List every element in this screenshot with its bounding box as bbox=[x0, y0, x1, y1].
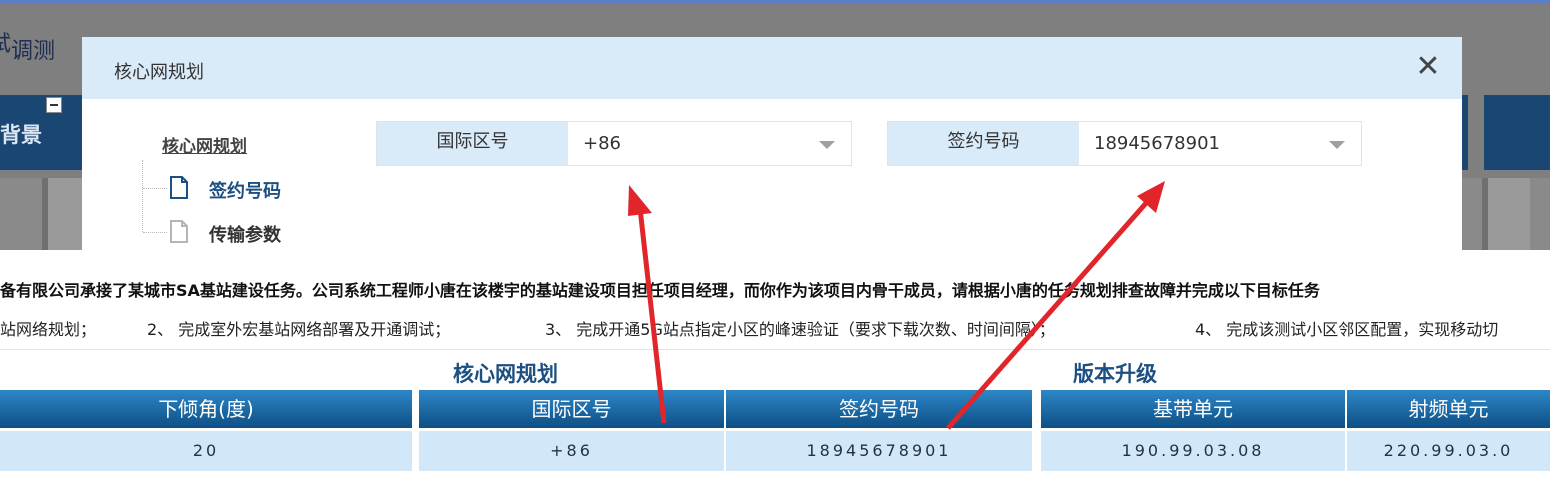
tree-item-subscription-number[interactable]: 签约号码 bbox=[209, 177, 281, 203]
task-item-3: 3、 完成开通5G站点指定小区的峰速验证（要求下载次数、时间间隔）； bbox=[545, 320, 1055, 339]
background-banner-right bbox=[1484, 95, 1550, 170]
column-header-downtilt: 下倾角(度) bbox=[0, 390, 412, 428]
background-title-text: 调测 bbox=[11, 39, 56, 64]
subscription-number-field[interactable]: 签约号码 18945678901 bbox=[887, 121, 1362, 166]
task-item-1: 站网络规划； bbox=[0, 320, 97, 339]
table-cell-intl-area-code: +86 bbox=[419, 431, 724, 471]
background-page-title: 试调测 bbox=[0, 26, 55, 65]
intl-area-code-field[interactable]: 国际区号 +86 bbox=[376, 121, 852, 166]
column-header-radio-unit: 射频单元 bbox=[1347, 390, 1550, 428]
intl-area-code-label: 国际区号 bbox=[377, 122, 568, 165]
top-accent-line bbox=[0, 0, 1550, 3]
section-title-version-upgrade: 版本升级 bbox=[1073, 362, 1157, 386]
background-banner: 验背景 bbox=[0, 95, 82, 170]
divider bbox=[0, 349, 1550, 350]
chevron-down-icon[interactable] bbox=[1329, 141, 1345, 149]
table-cell-baseband-unit: 190.99.03.08 bbox=[1041, 431, 1345, 471]
background-banner-text: 验背景 bbox=[0, 123, 42, 147]
section-title-core-network: 核心网规划 bbox=[453, 362, 558, 386]
task-page: 备有限公司承接了某城市SA基站建设任务。公司系统工程师小唐在该楼宇的基站建设项目… bbox=[0, 250, 1550, 483]
tree-collapse-toggle[interactable] bbox=[46, 97, 62, 113]
column-header-baseband-unit: 基带单元 bbox=[1041, 390, 1345, 428]
tree-connector-line bbox=[142, 160, 143, 232]
tree-item-transmission-params[interactable]: 传输参数 bbox=[209, 221, 281, 247]
dialog-header: 核心网规划 ✕ bbox=[82, 37, 1462, 99]
background-title-partial: 试 bbox=[0, 26, 11, 58]
tree-connector-branch bbox=[143, 232, 167, 233]
chevron-down-icon[interactable] bbox=[819, 141, 835, 149]
subscription-number-value: 18945678901 bbox=[1094, 133, 1220, 154]
tree-connector-branch bbox=[143, 188, 167, 189]
table-cell-radio-unit: 220.99.03.0 bbox=[1347, 431, 1550, 471]
intl-area-code-value: +86 bbox=[583, 133, 621, 154]
tree-root-core-network-planning[interactable]: 核心网规划 bbox=[162, 132, 247, 157]
file-icon bbox=[170, 220, 188, 243]
file-icon bbox=[170, 176, 188, 199]
table-cell-downtilt: 20 bbox=[0, 431, 412, 471]
subscription-number-label: 签约号码 bbox=[888, 122, 1079, 165]
column-header-subscription-number: 签约号码 bbox=[726, 390, 1032, 428]
background-banner-right-edge bbox=[1462, 95, 1468, 170]
close-button[interactable]: ✕ bbox=[1412, 51, 1444, 83]
task-description: 备有限公司承接了某城市SA基站建设任务。公司系统工程师小唐在该楼宇的基站建设项目… bbox=[0, 281, 1320, 300]
task-item-4: 4、 完成该测试小区邻区配置，实现移动切 bbox=[1195, 320, 1499, 339]
table-cell-subscription-number: 18945678901 bbox=[726, 431, 1032, 471]
dialog-title: 核心网规划 bbox=[114, 62, 204, 83]
column-header-intl-area-code: 国际区号 bbox=[419, 390, 724, 428]
task-item-2: 2、 完成室外宏基站网络部署及开通调试； bbox=[147, 320, 451, 339]
